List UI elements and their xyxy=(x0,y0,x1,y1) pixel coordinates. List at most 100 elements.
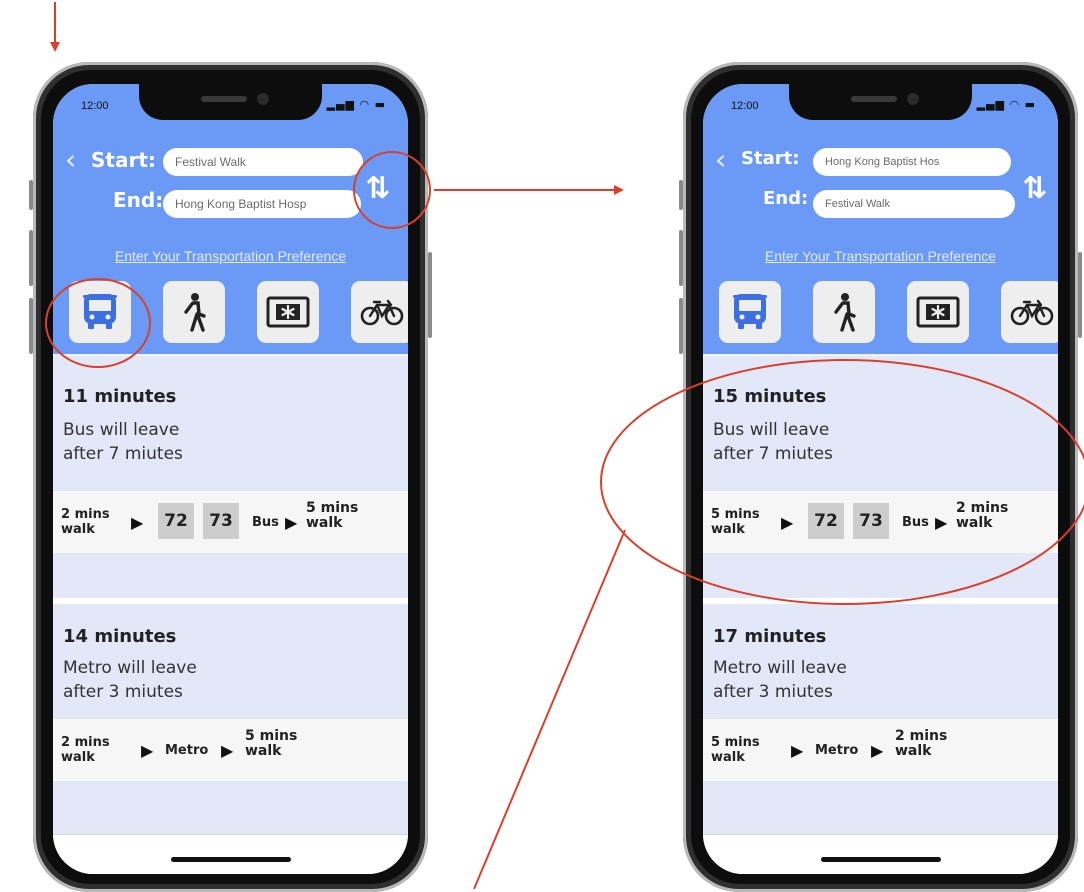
side-button xyxy=(29,298,33,354)
walk-mode-button[interactable] xyxy=(813,281,875,343)
trip-duration: 14 minutes xyxy=(63,626,177,647)
end-location-input[interactable]: Festival Walk xyxy=(813,190,1015,218)
transport-preference-link[interactable]: Enter Your Transportation Preference xyxy=(53,248,408,264)
trip-duration: 11 minutes xyxy=(63,386,177,407)
metro-mode-button[interactable] xyxy=(257,281,319,343)
walk-label: walk xyxy=(306,515,343,531)
departure-line-1: Metro will leave xyxy=(63,658,197,678)
walk-segment-start: 2 mins walk xyxy=(61,735,110,765)
walk-segment-start: 5 mins walk xyxy=(711,507,760,537)
start-label: Start: xyxy=(741,148,800,169)
departure-line-1: Bus will leave xyxy=(713,420,830,440)
step-arrow-icon: ▶ xyxy=(285,513,298,532)
side-button xyxy=(679,298,683,354)
end-label: End: xyxy=(763,188,809,209)
side-button xyxy=(428,252,432,338)
status-time: 12:00 xyxy=(81,100,109,112)
end-label: End: xyxy=(113,188,164,212)
side-button xyxy=(29,180,33,210)
transport-preference-link[interactable]: Enter Your Transportation Preference xyxy=(703,248,1058,264)
back-chevron-icon[interactable]: ‹ xyxy=(715,146,731,174)
phone-mockup-before: 12:00 ▂▄▆ ◠ ▬ ‹ Start: Festival Walk End… xyxy=(29,62,432,892)
route-result-card[interactable]: 17 minutes Metro will leave after 3 miut… xyxy=(703,604,1058,834)
step-arrow-icon: ▶ xyxy=(871,741,884,760)
bus-mode-button[interactable] xyxy=(69,281,131,343)
walk-segment-end: 2 mins walk xyxy=(956,501,1008,531)
bus-number-badge: 72 xyxy=(158,503,194,539)
route-result-card[interactable]: 14 minutes Metro will leave after 3 miut… xyxy=(53,604,408,834)
bus-mode-button[interactable] xyxy=(719,281,781,343)
step-arrow-icon: ▶ xyxy=(131,513,144,532)
trip-duration: 15 minutes xyxy=(713,386,827,407)
status-bar: 12:00 ▂▄▆ ◠ ▬ xyxy=(703,84,1058,132)
signal-wifi-battery-icon: ▂▄▆ ◠ ▬ xyxy=(976,98,1036,111)
walk-time: 5 mins xyxy=(711,507,760,522)
metro-mode-button[interactable] xyxy=(907,281,969,343)
departure-line-2: after 3 miutes xyxy=(63,682,183,702)
trip-duration: 17 minutes xyxy=(713,626,827,647)
transport-mode-bar xyxy=(65,281,408,347)
side-button xyxy=(29,230,33,286)
side-button xyxy=(679,230,683,286)
walk-segment-end: 2 mins walk xyxy=(895,729,947,759)
bus-number-badge: 73 xyxy=(853,503,889,539)
walk-label: walk xyxy=(956,515,993,531)
back-chevron-icon[interactable]: ‹ xyxy=(65,146,81,174)
departure-line-1: Bus will leave xyxy=(63,420,180,440)
walk-segment-end: 5 mins walk xyxy=(306,501,358,531)
walk-time: 5 mins xyxy=(245,728,298,744)
phone-mockup-after: 12:00 ▂▄▆ ◠ ▬ ‹ Start: Hong Kong Baptist… xyxy=(679,62,1082,892)
walk-time: 5 mins xyxy=(306,500,359,516)
start-location-input[interactable]: Festival Walk xyxy=(163,148,363,176)
step-arrow-icon: ▶ xyxy=(141,741,154,760)
step-arrow-icon: ▶ xyxy=(935,513,948,532)
departure-info: Metro will leave after 3 miutes xyxy=(713,656,847,704)
app-screen: 12:00 ▂▄▆ ◠ ▬ ‹ Start: Festival Walk End… xyxy=(53,84,408,874)
swap-locations-icon[interactable]: ⇅ xyxy=(1015,164,1055,214)
annotation-line-pointer xyxy=(473,529,626,889)
walk-label: walk xyxy=(61,750,95,765)
step-arrow-icon: ▶ xyxy=(791,741,804,760)
route-header: 12:00 ▂▄▆ ◠ ▬ ‹ Start: Festival Walk End… xyxy=(53,84,408,354)
start-label: Start: xyxy=(91,148,156,172)
swap-locations-icon[interactable]: ⇅ xyxy=(358,164,398,214)
bike-mode-button[interactable] xyxy=(351,281,408,343)
departure-info: Metro will leave after 3 miutes xyxy=(63,656,197,704)
walk-time: 5 mins xyxy=(711,735,760,750)
storyboard: 12:00 ▂▄▆ ◠ ▬ ‹ Start: Festival Walk End… xyxy=(0,0,1084,892)
bike-mode-button[interactable] xyxy=(1001,281,1058,343)
route-steps: 5 mins walk ▶ 72 73 Bus ▶ 2 mins walk xyxy=(703,491,1058,553)
home-indicator-area xyxy=(703,834,1058,874)
departure-info: Bus will leave after 7 miutes xyxy=(63,418,183,466)
start-location-input[interactable]: Hong Kong Baptist Hos xyxy=(813,148,1011,176)
walk-icon xyxy=(834,293,856,332)
metro-icon xyxy=(266,296,310,328)
walk-segment-start: 2 mins walk xyxy=(61,507,110,537)
route-steps: 2 mins walk ▶ Metro ▶ 5 mins walk xyxy=(53,719,408,781)
route-result-card[interactable]: 15 minutes Bus will leave after 7 miutes… xyxy=(703,356,1058,598)
walk-time: 2 mins xyxy=(61,735,110,750)
home-indicator[interactable] xyxy=(821,857,941,862)
route-result-card[interactable]: 11 minutes Bus will leave after 7 miutes… xyxy=(53,356,408,598)
end-location-input[interactable]: Hong Kong Baptist Hosp xyxy=(163,190,361,218)
side-button xyxy=(679,180,683,210)
walk-mode-button[interactable] xyxy=(163,281,225,343)
departure-line-1: Metro will leave xyxy=(713,658,847,678)
transport-mode-bar xyxy=(715,281,1058,347)
mode-label: Bus xyxy=(252,515,279,530)
bike-icon xyxy=(360,299,404,326)
walk-label: walk xyxy=(711,522,745,537)
bike-icon xyxy=(1010,299,1054,326)
walk-segment-start: 5 mins walk xyxy=(711,735,760,765)
notch xyxy=(139,84,322,120)
departure-info: Bus will leave after 7 miutes xyxy=(713,418,833,466)
bus-icon xyxy=(83,294,117,329)
home-indicator[interactable] xyxy=(171,857,291,862)
status-bar: 12:00 ▂▄▆ ◠ ▬ xyxy=(53,84,408,132)
metro-icon xyxy=(916,296,960,328)
walk-label: walk xyxy=(895,743,932,759)
route-steps: 5 mins walk ▶ Metro ▶ 2 mins walk xyxy=(703,719,1058,781)
walk-label: walk xyxy=(61,522,95,537)
side-button xyxy=(1078,252,1082,338)
departure-line-2: after 3 miutes xyxy=(713,682,833,702)
